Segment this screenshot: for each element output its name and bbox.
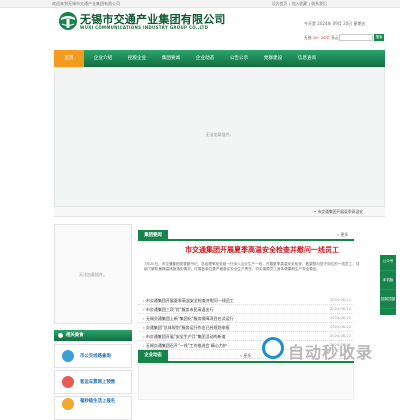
- nav-item-about[interactable]: 企业介绍: [88, 50, 118, 67]
- news-more-link[interactable]: » 更多: [337, 232, 348, 238]
- nav-item-group-news[interactable]: 集团要闻: [156, 50, 186, 67]
- nav-item-notices[interactable]: 公告公示: [224, 50, 254, 67]
- contact-link[interactable]: 联系我们: [311, 1, 326, 6]
- ticket-icon: [62, 376, 74, 388]
- company-logo[interactable]: [58, 11, 78, 31]
- float-mobile[interactable]: 手机版: [380, 276, 396, 290]
- banner-placeholder: 无法加载插件。: [205, 132, 234, 137]
- weather-temp: 16~26℃: [312, 35, 330, 40]
- current-date: 今天是 2024年 09月 20日 星期五: [304, 21, 366, 26]
- news-summary: 7月20日，市交通集团党委副书记、总经理率检查组一行深入企业生产一线，开展夏季高…: [144, 262, 360, 271]
- top-links: 设为首页 | 加入收藏 | 联系我们: [272, 1, 327, 6]
- company-name-en: WUXI COMMUNICATIONS INDUSTRY GROUP CO.,L…: [80, 25, 209, 30]
- float-wechat[interactable]: 公众号: [380, 257, 396, 271]
- search-input[interactable]: [339, 34, 373, 41]
- nav-item-home[interactable]: 首页: [54, 50, 84, 67]
- links-title: 相关美食: [66, 333, 84, 338]
- quick-link-ticket-label[interactable]: 客运车票网上预售: [80, 379, 115, 385]
- nav-item-query[interactable]: 信息查询: [292, 50, 322, 67]
- weather-desc: 多云: [331, 35, 339, 40]
- weather-info: 无锡 16~26℃ 多云: [304, 35, 339, 41]
- news-row-date: 2024-08-22: [330, 307, 351, 311]
- bullet-icon: [58, 333, 63, 338]
- welcome-text: 欢迎来到无锡市交通产业集团有限公司: [52, 1, 120, 6]
- news-row-title[interactable]: 交通集团"总体规划"服务运行作出已经规划申报: [143, 323, 313, 332]
- dynamics-more-label[interactable]: 更多: [244, 353, 252, 358]
- tab-dynamics[interactable]: 企业动态: [138, 350, 168, 361]
- news-row-date: 2024-08-22: [330, 316, 351, 320]
- watermark-text: 自动秒收录: [288, 343, 374, 362]
- news-headline[interactable]: 市交通集团开展夏季高温安全检查并慰问一线员工: [162, 245, 362, 255]
- dynamics-more-link[interactable]: » 更多: [240, 353, 251, 359]
- nav-item-holdings[interactable]: 控股企业: [122, 50, 152, 67]
- news-row-date: 2024-08-22: [330, 298, 351, 302]
- watermark-logo-icon: [262, 337, 284, 359]
- tab-group-news[interactable]: 集团要闻: [138, 230, 168, 241]
- quick-link-report-label[interactable]: 毫秒级生活上报名: [80, 398, 115, 404]
- nav-item-party[interactable]: 党群建设: [258, 50, 288, 67]
- news-row-date: 2024-08-22: [330, 325, 351, 329]
- news-row-title[interactable]: 市交通集团三项"优"服务市民高温出行: [143, 305, 313, 314]
- bus-icon: [62, 350, 74, 362]
- nav-item-dynamics[interactable]: 企业动态: [190, 50, 220, 67]
- news-more-label[interactable]: 更多: [341, 232, 349, 237]
- left-plugin-placeholder: 无法加载插件。: [79, 272, 107, 277]
- set-home-link[interactable]: 设为首页: [272, 1, 287, 6]
- favorite-link[interactable]: 加入收藏: [292, 1, 307, 6]
- news-row-title[interactable]: 市交通集团开展夏季高温安全检查并慰问一线员工: [143, 296, 313, 305]
- float-back-to-top[interactable]: 回到顶部: [380, 295, 396, 309]
- search-button[interactable]: 搜索: [374, 34, 384, 41]
- weather-city: 无锡: [304, 35, 312, 40]
- quick-link-bus-label[interactable]: 市公交线路查询: [80, 353, 111, 359]
- ticker-text[interactable]: • 市交通集团开展夏季高温安: [314, 207, 363, 217]
- news-row-title[interactable]: 无锡交通集团上新"集团化"服务保障项目在试运行: [143, 314, 313, 323]
- news-tab-strip: [138, 230, 354, 241]
- dynamics-content: [138, 364, 354, 400]
